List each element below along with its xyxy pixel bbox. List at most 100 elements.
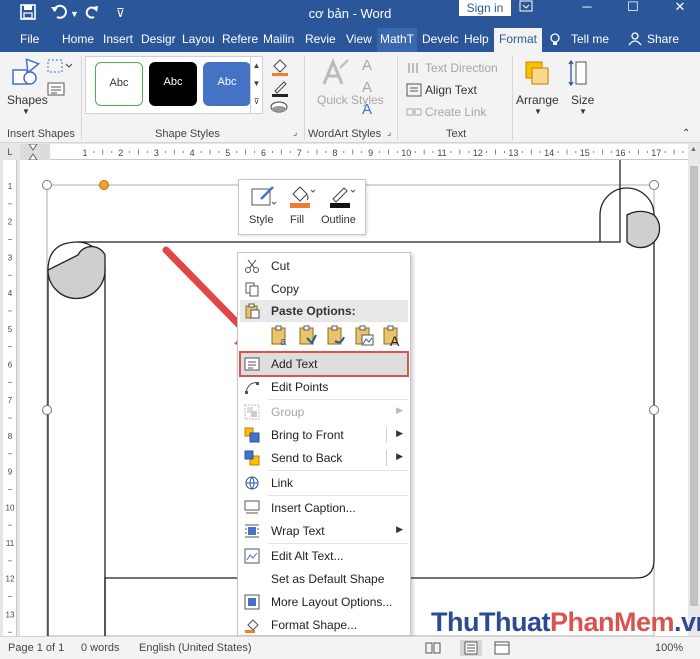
tab-home[interactable]: Home: [62, 32, 94, 46]
menu-item-wrap-text[interactable]: Wrap Text ▶: [238, 520, 410, 542]
style-sample-outline[interactable]: Abc: [95, 62, 143, 106]
align-text-button[interactable]: Align Text: [425, 83, 477, 97]
customize-toolbar-icon[interactable]: ⊽: [116, 6, 125, 20]
shape-effects-icon[interactable]: [270, 100, 292, 117]
save-icon[interactable]: [20, 4, 36, 24]
tab-insert[interactable]: Insert: [103, 32, 133, 46]
menu-item-edit-alt-text[interactable]: Edit Alt Text...: [238, 545, 410, 567]
redo-icon[interactable]: [84, 4, 100, 24]
size-dropdown-icon[interactable]: ▼: [579, 107, 587, 116]
tab-format[interactable]: Format: [494, 28, 543, 52]
menu-item-copy[interactable]: Copy: [238, 278, 410, 300]
arrange-button[interactable]: Arrange: [516, 93, 559, 107]
paste-text-only-icon[interactable]: A: [381, 325, 403, 350]
menu-item-send-to-back[interactable]: Send to Back ▶: [238, 447, 410, 469]
menu-item-add-text[interactable]: Add Text: [238, 353, 410, 375]
shape-styles-launcher-icon[interactable]: ⌟: [293, 127, 297, 138]
ruler-number: 13: [508, 148, 518, 158]
gallery-scroll[interactable]: ▲ ▼ ⊽: [250, 57, 262, 113]
paste-merge-icon[interactable]: [297, 325, 319, 350]
tab-layout[interactable]: Layou: [182, 32, 215, 46]
tab-help[interactable]: Help: [464, 32, 489, 46]
tab-design[interactable]: Desigr: [141, 32, 176, 46]
language-indicator[interactable]: English (United States): [139, 642, 252, 654]
shape-fill-icon[interactable]: [270, 58, 292, 79]
layout-options-icon: [244, 594, 260, 610]
collapse-ribbon-icon[interactable]: ⌃: [682, 128, 690, 139]
style-sample-black[interactable]: Abc: [149, 62, 197, 106]
menu-item-format-shape[interactable]: Format Shape...: [238, 614, 410, 636]
minimize-button[interactable]: ─: [567, 0, 607, 16]
paste-keep-source-icon[interactable]: a: [269, 325, 291, 350]
restore-button[interactable]: ☐: [613, 0, 653, 16]
text-direction-button: Text Direction: [425, 61, 498, 75]
print-layout-icon[interactable]: [460, 640, 482, 656]
text-box-icon[interactable]: [46, 81, 66, 100]
ruler-number: 6: [261, 148, 266, 158]
paste-link-icon[interactable]: [325, 325, 347, 350]
submenu-arrow-icon[interactable]: ▶: [396, 428, 403, 439]
paste-picture-icon[interactable]: [353, 325, 375, 350]
tab-file[interactable]: File: [20, 32, 39, 46]
vertical-ruler-number: 13: [6, 610, 15, 619]
menu-item-link[interactable]: Link: [238, 472, 410, 494]
paste-options-label: Paste Options:: [271, 304, 356, 318]
vertical-ruler-number: 10: [6, 503, 15, 512]
align-text-icon[interactable]: [406, 83, 422, 100]
undo-dropdown-icon[interactable]: ▼: [70, 9, 79, 19]
shapes-button[interactable]: Shapes: [7, 93, 48, 107]
tab-selector-icon[interactable]: L: [0, 144, 20, 160]
submenu-arrow-icon[interactable]: ▶: [396, 451, 403, 462]
menu-item-more-layout-options[interactable]: More Layout Options...: [238, 591, 410, 613]
shapes-icon[interactable]: [10, 58, 41, 91]
menu-item-edit-points[interactable]: Edit Points: [238, 376, 410, 398]
share-person-icon[interactable]: [628, 32, 642, 49]
menu-item-set-default-shape[interactable]: Set as Default Shape: [238, 568, 410, 590]
arrange-icon[interactable]: [522, 58, 552, 91]
menu-item-cut[interactable]: Cut: [238, 255, 410, 277]
tab-view[interactable]: View: [346, 32, 372, 46]
menu-item-insert-caption[interactable]: Insert Caption...: [238, 497, 410, 519]
close-button[interactable]: ✕: [660, 0, 700, 16]
shape-outline-icon[interactable]: [270, 79, 292, 100]
tell-me-box[interactable]: Tell me: [571, 32, 609, 46]
scrollbar-thumb[interactable]: [690, 166, 698, 606]
size-icon[interactable]: [568, 58, 594, 91]
sign-in-button[interactable]: Sign in: [459, 0, 511, 16]
tab-mathtype[interactable]: MathT: [377, 28, 418, 52]
caption-icon: [244, 500, 260, 516]
wrap-text-icon: [244, 523, 260, 539]
word-count[interactable]: 0 words: [81, 642, 120, 654]
tab-review[interactable]: Revie: [305, 32, 336, 46]
text-fill-icon: A: [362, 57, 373, 74]
mini-toolbar: Style Fill Outline: [238, 179, 366, 235]
arrange-dropdown-icon[interactable]: ▼: [534, 107, 542, 116]
text-effects-icon[interactable]: A: [362, 101, 372, 118]
wordart-launcher-icon[interactable]: ⌟: [387, 127, 391, 138]
undo-icon[interactable]: [50, 4, 68, 24]
share-button[interactable]: Share: [647, 32, 679, 46]
fill-icon[interactable]: [287, 184, 316, 213]
ruler-number: 4: [190, 148, 195, 158]
read-mode-icon[interactable]: [425, 641, 441, 658]
tab-mailings[interactable]: Mailin: [263, 32, 294, 46]
shapes-dropdown-icon[interactable]: ▼: [22, 107, 30, 116]
size-button[interactable]: Size: [571, 93, 594, 107]
tab-references[interactable]: Refere: [222, 32, 258, 46]
web-layout-icon[interactable]: [494, 641, 510, 658]
ribbon-display-icon[interactable]: [516, 0, 536, 16]
outline-icon[interactable]: [327, 184, 356, 213]
quick-styles-icon[interactable]: [320, 58, 350, 91]
style-sample-blue[interactable]: Abc: [203, 62, 251, 106]
vertical-scrollbar[interactable]: ▲: [688, 144, 700, 636]
menu-item-bring-to-front[interactable]: Bring to Front ▶: [238, 424, 410, 446]
style-icon[interactable]: [249, 184, 277, 213]
edit-shape-icon[interactable]: [46, 58, 73, 77]
page-count[interactable]: Page 1 of 1: [8, 642, 64, 654]
mini-outline-label[interactable]: Outline: [321, 214, 356, 226]
tab-developer[interactable]: Develc: [422, 32, 459, 46]
mini-style-label[interactable]: Style: [249, 214, 273, 226]
zoom-level[interactable]: 100%: [655, 642, 683, 654]
mini-fill-label[interactable]: Fill: [290, 214, 304, 226]
scroll-up-icon[interactable]: ▲: [690, 146, 697, 153]
